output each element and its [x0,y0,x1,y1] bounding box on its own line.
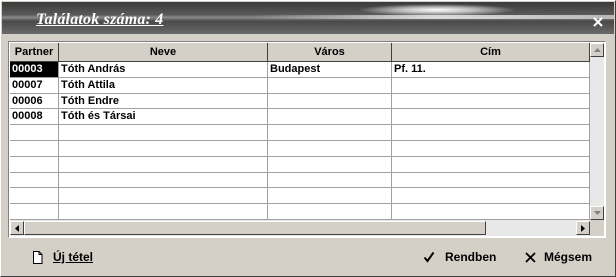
empty-cell[interactable] [10,141,59,157]
horizontal-scroll-thumb[interactable] [24,221,486,235]
scroll-right-button[interactable] [576,221,590,235]
empty-cell[interactable] [268,141,392,157]
empty-cell[interactable] [59,204,268,220]
empty-cell[interactable] [268,125,392,141]
arrow-right-icon [581,224,585,232]
cell-name[interactable]: Tóth Attila [59,78,268,94]
empty-cell[interactable] [10,157,59,173]
scroll-down-button[interactable] [590,206,604,220]
cell-partner[interactable]: 00006 [10,94,59,109]
results-grid[interactable]: Partner Neve Város Cím 00003 Tóth András B… [8,41,606,238]
cancel-button[interactable]: Mégsem [522,247,592,267]
empty-cell[interactable] [59,157,268,173]
empty-cell[interactable] [392,204,590,220]
cross-icon [522,249,538,265]
cancel-label: Mégsem [544,250,593,264]
empty-cell[interactable] [268,157,392,173]
empty-cell[interactable] [392,188,590,204]
empty-cell[interactable] [392,125,590,141]
cell-address[interactable] [392,78,590,94]
empty-cell[interactable] [392,173,590,188]
column-header-partner[interactable]: Partner [10,43,59,62]
ok-button[interactable]: Rendben [421,247,496,267]
column-header-city[interactable]: Város [268,43,392,62]
search-results-dialog: Találatok száma: 4 Partner Neve Város Cí… [0,0,616,277]
cell-partner[interactable]: 00008 [10,109,59,125]
cell-city[interactable] [268,94,392,109]
cell-city[interactable] [268,109,392,125]
ok-label: Rendben [445,250,497,264]
document-icon [29,249,45,265]
cell-partner[interactable]: 00007 [10,78,59,94]
empty-cell[interactable] [392,157,590,173]
cell-name[interactable]: Tóth és Társai [59,109,268,125]
title-bar[interactable]: Találatok száma: 4 [2,2,614,34]
scroll-up-button[interactable] [590,43,604,57]
empty-cell[interactable] [10,204,59,220]
empty-cell[interactable] [10,173,59,188]
checkmark-icon [421,249,437,265]
empty-cell[interactable] [10,188,59,204]
empty-cell[interactable] [268,173,392,188]
scroll-left-button[interactable] [10,221,24,235]
cell-partner[interactable]: 00003 [10,62,59,78]
dialog-title: Találatok száma: 4 [36,11,164,28]
empty-cell[interactable] [59,173,268,188]
empty-cell[interactable] [268,204,392,220]
scrollbar-corner [590,220,604,236]
close-icon [593,17,603,27]
empty-cell[interactable] [59,141,268,157]
cell-city[interactable] [268,78,392,94]
column-header-address[interactable]: Cím [392,43,590,62]
empty-cell[interactable] [268,188,392,204]
arrow-down-icon [593,211,601,215]
empty-cell[interactable] [59,125,268,141]
close-button[interactable] [591,15,605,29]
empty-cell[interactable] [10,125,59,141]
cell-city[interactable]: Budapest [268,62,392,78]
cell-address[interactable]: Pf. 11. [392,62,590,78]
new-item-button[interactable]: Új tétel [29,247,93,267]
cell-name[interactable]: Tóth András [59,62,268,78]
arrow-up-icon [593,48,601,52]
empty-cell[interactable] [392,141,590,157]
grid-viewport: Partner Neve Város Cím 00003 Tóth András B… [10,43,604,236]
empty-cell[interactable] [59,188,268,204]
new-item-label: Új tétel [53,250,94,264]
arrow-left-icon [15,224,19,232]
title-bar-streak [252,15,614,19]
column-header-name[interactable]: Neve [59,43,268,62]
cell-address[interactable] [392,109,590,125]
cell-name[interactable]: Tóth Endre [59,94,268,109]
cell-address[interactable] [392,94,590,109]
horizontal-scrollbar[interactable] [10,220,590,236]
vertical-scrollbar[interactable] [590,43,604,220]
